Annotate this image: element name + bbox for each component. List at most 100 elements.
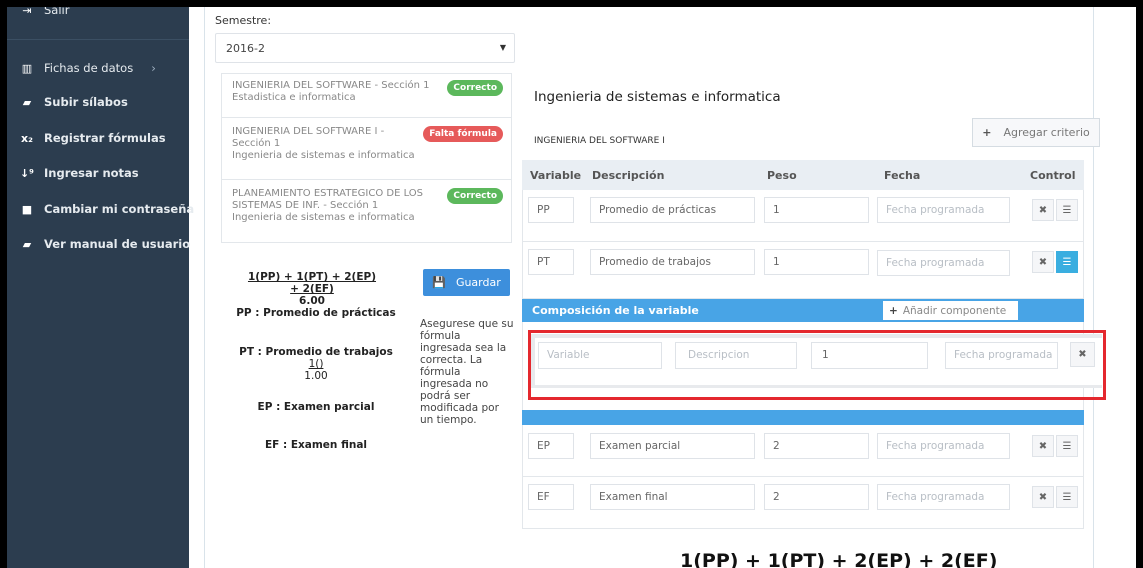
variable-input[interactable]: EF: [528, 484, 574, 510]
sidebar: ⇥ Salir ▥ Fichas de datos › ▰ Subir síla…: [7, 7, 194, 568]
description-input[interactable]: Promedio de trabajos: [590, 249, 755, 275]
add-component-button[interactable]: + Añadir componente: [883, 301, 1018, 320]
content-border: [204, 7, 205, 568]
composition-footer: [522, 410, 1084, 425]
list-button[interactable]: ☰: [1056, 251, 1078, 273]
sidebar-item-label: Cambiar mi contraseña: [44, 202, 195, 216]
subscript-icon: x₂: [21, 131, 33, 145]
lock-icon: ■: [21, 202, 33, 216]
add-criterion-button[interactable]: + Agregar criterio: [972, 118, 1100, 147]
description-input[interactable]: Examen final: [590, 484, 755, 510]
delete-button[interactable]: ✖: [1032, 486, 1054, 508]
content-border: [1093, 7, 1094, 568]
close-icon: ✖: [1038, 440, 1048, 452]
sidebar-item-label: Ver manual de usuario: [44, 237, 191, 251]
panel-title: Ingenieria de sistemas e informatica: [534, 89, 781, 105]
formula-warning-note: Asegurese que su fórmula ingresada sea l…: [420, 318, 514, 426]
semester-label: Semestre:: [215, 14, 272, 27]
date-input[interactable]: Fecha programada: [877, 484, 1010, 510]
date-input[interactable]: Fecha programada: [877, 250, 1010, 276]
column-header: Variable: [530, 169, 582, 182]
sidebar-item-data-sheets[interactable]: ▥ Fichas de datos ›: [19, 61, 156, 75]
weight-input[interactable]: 1: [764, 249, 869, 275]
variable-definition: PT : Promedio de trabajos 1() 1.00: [233, 346, 399, 382]
save-icon: 💾: [432, 276, 446, 289]
sidebar-item-label: Fichas de datos: [44, 61, 134, 75]
formula-expression: 1(PP) + 1(PT) + 2(EP) + 2(EF): [247, 271, 377, 295]
sidebar-item-user-manual[interactable]: ▰ Ver manual de usuario: [19, 237, 190, 251]
sidebar-item-label: Salir: [44, 7, 70, 17]
variable-input[interactable]: PT: [528, 249, 574, 275]
list-button[interactable]: ☰: [1056, 199, 1078, 221]
variable-input[interactable]: EP: [528, 433, 574, 459]
course-item[interactable]: PLANEAMIENTO ESTRATEGICO DE LOS SISTEMAS…: [222, 180, 511, 242]
column-header: Control: [1030, 169, 1076, 182]
weight-input[interactable]: 2: [764, 484, 869, 510]
delete-button[interactable]: ✖: [1032, 251, 1054, 273]
course-item[interactable]: INGENIERIA DEL SOFTWARE - Sección 1 Esta…: [222, 74, 511, 118]
save-button[interactable]: 💾 Guardar: [423, 269, 510, 296]
sidebar-item-enter-grades[interactable]: ↓⁹ Ingresar notas: [19, 166, 139, 180]
variable-definition-text: EP : Examen parcial: [257, 401, 375, 413]
course-item[interactable]: INGENIERIA DEL SOFTWARE I - Sección 1 In…: [222, 118, 511, 180]
description-input[interactable]: Examen parcial: [590, 433, 755, 459]
list-icon: ☰: [1062, 204, 1072, 216]
list-icon: ☰: [1062, 256, 1072, 268]
save-label: Guardar: [455, 276, 501, 289]
logout-icon: ⇥: [22, 7, 32, 17]
course-department: Ingenieria de sistemas e informatica: [232, 150, 415, 161]
list-icon: ☰: [1062, 491, 1072, 503]
variable-input[interactable]: PP: [528, 197, 574, 223]
close-icon: ✖: [1038, 256, 1048, 268]
sidebar-item-logout[interactable]: ⇥ Salir: [19, 7, 69, 17]
close-icon: ✖: [1038, 204, 1048, 216]
caret-down-icon: ▼: [499, 43, 506, 52]
semester-select[interactable]: 2016-2 ▼: [215, 33, 515, 63]
weight-input[interactable]: 1: [764, 197, 869, 223]
variable-definition-text: PP : Promedio de prácticas: [236, 307, 396, 319]
date-input[interactable]: Fecha programada: [877, 197, 1010, 223]
column-header: Descripción: [592, 169, 665, 182]
formula-summary: 1(PP) + 1(PT) + 2(EP) + 2(EF) 6.00: [243, 271, 381, 307]
sub-formula: 1(): [308, 358, 324, 370]
sidebar-item-upload-syllabus[interactable]: ▰ Subir sílabos: [19, 95, 128, 109]
course-list: INGENIERIA DEL SOFTWARE - Sección 1 Esta…: [221, 73, 512, 243]
description-input[interactable]: Promedio de prácticas: [590, 197, 755, 223]
sidebar-item-register-formulas[interactable]: x₂ Registrar fórmulas: [19, 131, 166, 145]
list-icon: ☰: [1062, 440, 1072, 452]
status-badge: Falta fórmula: [423, 126, 503, 142]
formula-result: 6.00: [299, 295, 325, 307]
delete-button[interactable]: ✖: [1032, 199, 1054, 221]
list-button[interactable]: ☰: [1056, 486, 1078, 508]
add-component-label: Añadir componente: [902, 304, 1007, 317]
variable-definition: EF : Examen final: [233, 439, 399, 451]
variable-definition-text: EF : Examen final: [264, 439, 368, 451]
chevron-right-icon: ›: [151, 61, 156, 75]
sidebar-item-label: Ingresar notas: [44, 166, 139, 180]
plus-icon: +: [889, 304, 898, 317]
status-badge: Correcto: [447, 188, 503, 204]
panel-course: INGENIERIA DEL SOFTWARE I: [534, 136, 665, 146]
column-header: Peso: [767, 169, 797, 182]
course-department: Ingenieria de sistemas e informatica: [232, 212, 415, 223]
composition-header: Composición de la variable + Añadir comp…: [522, 299, 1084, 322]
close-icon: ✖: [1038, 491, 1048, 503]
variable-definition: PP : Promedio de prácticas: [233, 307, 399, 319]
plus-icon: +: [982, 126, 992, 139]
list-button[interactable]: ☰: [1056, 435, 1078, 457]
status-badge: Correcto: [447, 80, 503, 96]
variable-definition: EP : Examen parcial: [233, 401, 399, 413]
date-input[interactable]: Fecha programada: [877, 433, 1010, 459]
weight-input[interactable]: 2: [764, 433, 869, 459]
sidebar-item-change-password[interactable]: ■ Cambiar mi contraseña: [19, 202, 194, 216]
book-icon: ▰: [22, 95, 32, 109]
divider: [7, 39, 189, 40]
semester-value: 2016-2: [226, 42, 265, 55]
delete-button[interactable]: ✖: [1032, 435, 1054, 457]
table-header: Variable Descripción Peso Fecha Control: [522, 160, 1084, 190]
app-frame: ⇥ Salir ▥ Fichas de datos › ▰ Subir síla…: [7, 7, 1136, 568]
bar-chart-icon: ▥: [21, 61, 33, 75]
formula-display: 1(PP) + 1(PT) + 2(EP) + 2(EF): [680, 550, 998, 568]
composition-title: Composición de la variable: [532, 304, 699, 317]
sidebar-item-label: Subir sílabos: [44, 95, 128, 109]
